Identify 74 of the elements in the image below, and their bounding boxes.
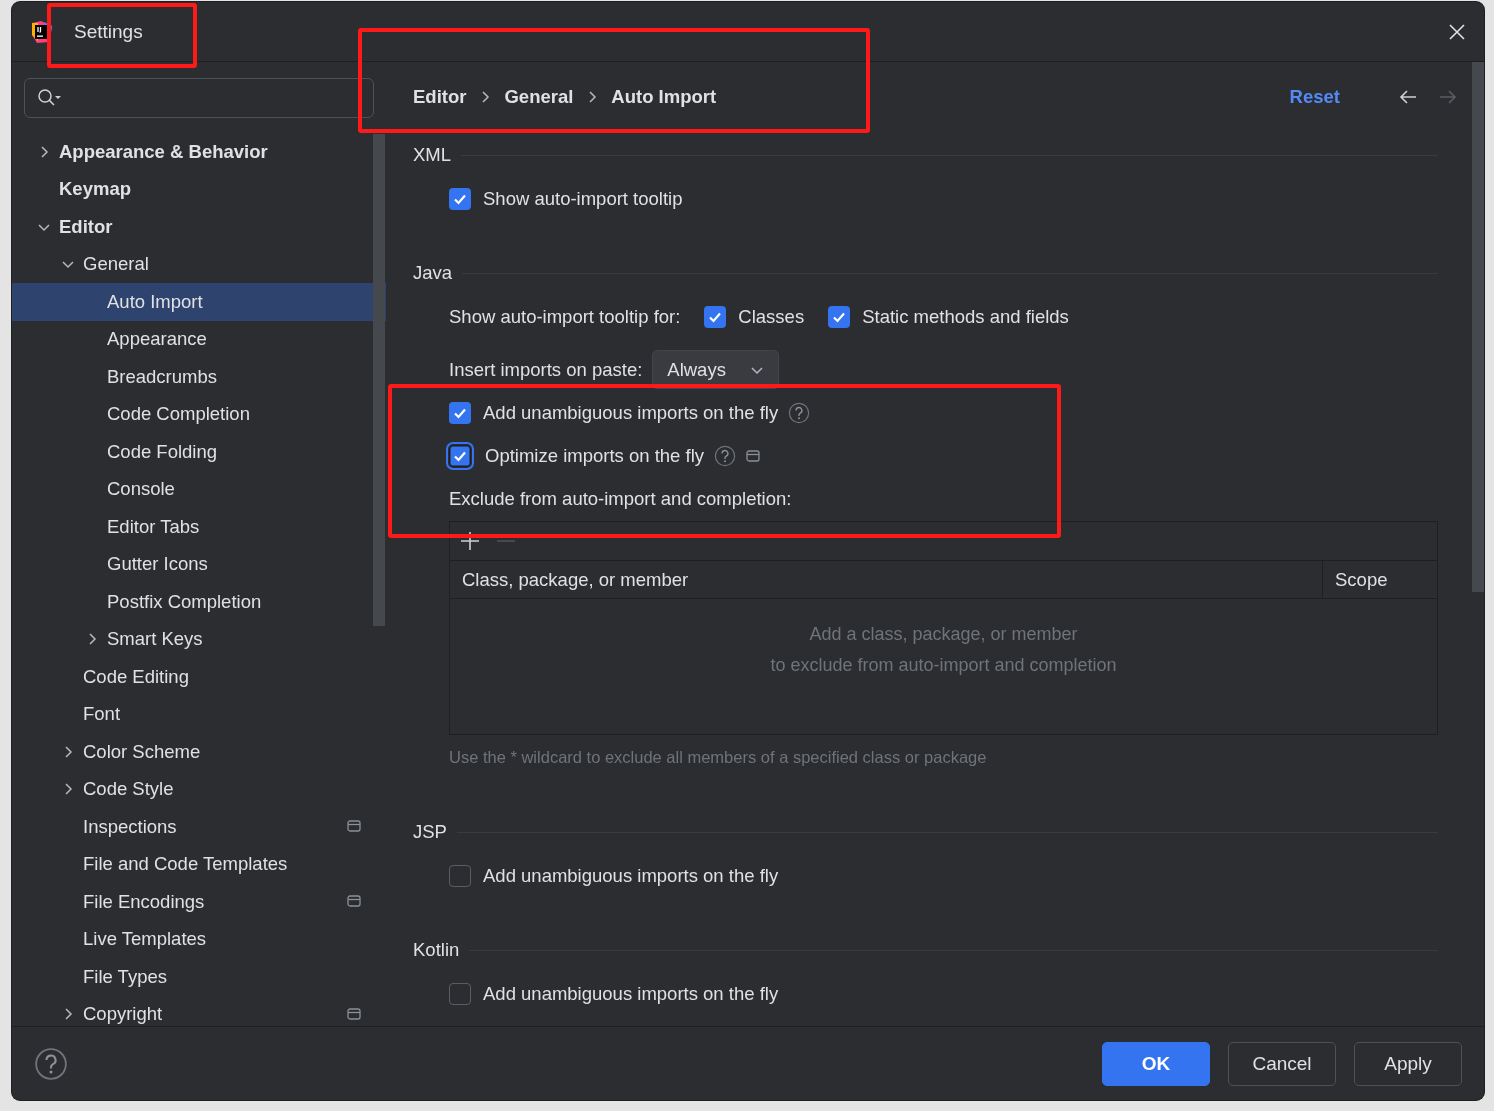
tree-item[interactable]: Code Completion [12, 395, 386, 433]
checkmark-icon [453, 449, 467, 462]
checkbox[interactable] [449, 864, 471, 887]
dropdown[interactable]: Always [652, 350, 779, 389]
section-title: Java [413, 262, 453, 284]
chevron-right-icon [480, 90, 491, 104]
hint-text: Use the * wildcard to exclude all members of a specified class or package [449, 747, 987, 767]
tree-item[interactable]: File and Code Templates [12, 845, 386, 883]
checkmark-icon [832, 310, 847, 323]
checkbox[interactable] [449, 401, 471, 424]
tree-item[interactable]: Console [12, 470, 386, 508]
tree-item[interactable]: Auto Import [12, 283, 386, 321]
column-header[interactable]: Scope [1323, 561, 1437, 598]
tree-item[interactable]: Code Folding [12, 433, 386, 471]
field-label: Insert imports on paste: [449, 358, 643, 381]
chevron-down-icon [749, 364, 764, 375]
checkbox-label[interactable]: Add unambiguous imports on the fly [483, 864, 779, 887]
tree-item[interactable]: Code Editing [12, 658, 386, 696]
section-title: Kotlin [413, 939, 460, 961]
empty-text: to exclude from auto-import and completion [770, 655, 1117, 676]
reset-link[interactable]: Reset [1289, 86, 1340, 108]
tree-item[interactable]: Color Scheme [12, 733, 386, 771]
checkbox[interactable] [449, 187, 471, 210]
column-header[interactable]: Class, package, or member [450, 561, 1323, 598]
tree-item[interactable]: Postfix Completion [12, 583, 386, 621]
tree-item[interactable]: Inspections [12, 808, 386, 846]
tree-item[interactable]: Code Style [12, 770, 386, 808]
scrollbar[interactable] [1472, 62, 1484, 592]
field-label: Show auto-import tooltip for: [449, 305, 681, 328]
tree-item[interactable]: File Encodings [12, 883, 386, 921]
tree-item[interactable]: Breadcrumbs [12, 358, 386, 396]
checkbox-label[interactable]: Classes [738, 305, 805, 328]
checkbox-label[interactable]: Add unambiguous imports on the fly [483, 982, 779, 1005]
chevron-right-icon [587, 90, 598, 104]
tree-item[interactable]: Gutter Icons [12, 545, 386, 583]
checkbox-label[interactable]: Add unambiguous imports on the fly [483, 401, 779, 424]
tree-item[interactable]: Smart Keys [12, 620, 386, 658]
checkmark-icon [453, 192, 467, 205]
checkbox[interactable] [449, 982, 471, 1005]
checkbox-label[interactable]: Optimize imports on the fly [485, 444, 704, 467]
tree-item[interactable]: Editor [12, 208, 386, 246]
scrollbar[interactable] [373, 134, 385, 626]
dialog-button[interactable]: OK [1102, 1041, 1210, 1086]
search-icon [37, 88, 63, 108]
breadcrumb-item[interactable]: General [504, 86, 574, 108]
dialog-button[interactable]: Cancel [1228, 1041, 1336, 1086]
tree-item[interactable]: Font [12, 695, 386, 733]
help-icon[interactable] [34, 1046, 68, 1081]
tree-item[interactable]: Copyright [12, 995, 386, 1026]
tree-item[interactable]: Keymap [12, 170, 386, 208]
tree-item[interactable]: General [12, 245, 386, 283]
section-title: XML [413, 144, 452, 166]
tree-item[interactable]: Live Templates [12, 920, 386, 958]
checkbox-label[interactable]: Show auto-import tooltip [483, 187, 683, 210]
empty-text: Add a class, package, or member [809, 624, 1078, 645]
add-icon[interactable] [460, 531, 480, 551]
close-icon[interactable] [1448, 22, 1466, 41]
breadcrumb-item[interactable]: Editor [413, 86, 467, 108]
checkmark-icon [453, 406, 467, 419]
checkbox-label[interactable]: Static methods and fields [862, 305, 1069, 328]
breadcrumb-item[interactable]: Auto Import [611, 86, 717, 108]
search-field[interactable] [24, 78, 374, 118]
tree-item[interactable]: File Types [12, 958, 386, 996]
app-logo-icon [30, 19, 54, 44]
checkmark-icon [708, 310, 723, 323]
dialog-button[interactable]: Apply [1354, 1041, 1462, 1086]
checkbox[interactable] [704, 305, 727, 328]
checkbox[interactable] [828, 305, 851, 328]
tree-item[interactable]: Editor Tabs [12, 508, 386, 546]
window-title: Settings [74, 20, 143, 43]
section-title: JSP [413, 821, 447, 843]
tree-item[interactable]: Appearance & Behavior [12, 133, 386, 171]
field-label: Exclude from auto-import and completion: [449, 487, 792, 510]
tree-item[interactable]: Appearance [12, 320, 386, 358]
